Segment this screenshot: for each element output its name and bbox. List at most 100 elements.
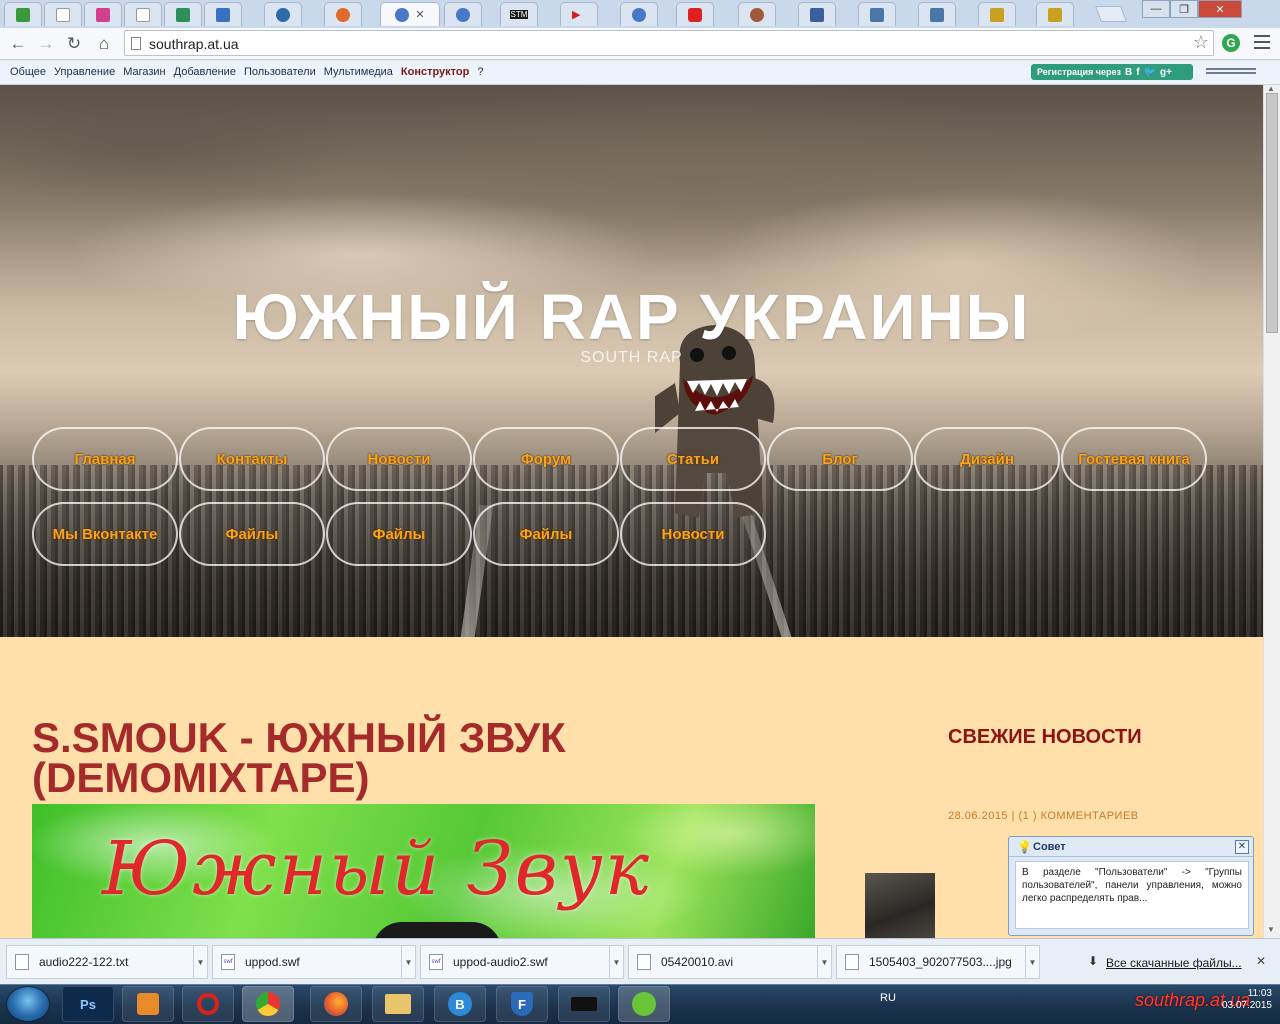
favicon-icon	[1048, 7, 1062, 22]
post-title-line[interactable]: (DEMOMIXTAPE)	[32, 757, 632, 799]
chevron-down-icon[interactable]: ▼	[817, 946, 831, 978]
post-title-line[interactable]: S.SMOUK - ЮЖНЫЙ ЗВУК	[32, 717, 632, 759]
language-indicator[interactable]: RU	[880, 992, 896, 1004]
browser-tab[interactable]	[324, 2, 362, 26]
clock[interactable]: 11:03 03.07.2015	[1212, 988, 1272, 1012]
browser-tab[interactable]	[204, 2, 242, 26]
nav-articles[interactable]: Статьи	[620, 427, 766, 491]
reload-icon[interactable]: ↻	[62, 32, 86, 56]
close-tab-icon[interactable]: ✕	[415, 8, 424, 21]
browser-tab[interactable]	[738, 2, 776, 26]
nav-guestbook[interactable]: Гостевая книга	[1061, 427, 1207, 491]
admin-menu-management[interactable]: Управление	[54, 66, 115, 78]
nav-contacts[interactable]: Контакты	[179, 427, 325, 491]
nav-forum[interactable]: Форум	[473, 427, 619, 491]
download-item[interactable]: swf uppod-audio2.swf ▼	[420, 945, 624, 979]
nav-files[interactable]: Файлы	[179, 502, 325, 566]
admin-menu-shop[interactable]: Магазин	[123, 66, 165, 78]
new-tab-button[interactable]	[1095, 6, 1127, 22]
register-via-social[interactable]: Регистрация через B f 🐦 g+	[1031, 64, 1193, 80]
nav-files[interactable]: Файлы	[326, 502, 472, 566]
browser-tab[interactable]	[918, 2, 956, 26]
browser-tab[interactable]: ▶	[560, 2, 598, 26]
page-scrollbar[interactable]: ▲ ▼	[1263, 84, 1280, 938]
nav-home[interactable]: Главная	[32, 427, 178, 491]
browser-tab[interactable]	[1036, 2, 1074, 26]
scroll-up-icon[interactable]: ▲	[1267, 84, 1275, 93]
shield-icon: F	[511, 992, 533, 1016]
nav-files[interactable]: Файлы	[473, 502, 619, 566]
nav-news[interactable]: Новости	[620, 502, 766, 566]
twitter-icon[interactable]: 🐦	[1144, 67, 1156, 78]
news-thumbnail[interactable]	[865, 873, 935, 938]
chevron-down-icon[interactable]: ▼	[1025, 946, 1039, 978]
opera-taskbar-button[interactable]	[182, 986, 234, 1022]
app-taskbar-button[interactable]: F	[496, 986, 548, 1022]
vk-icon[interactable]: B	[1125, 67, 1132, 78]
admin-menu-users[interactable]: Пользователи	[244, 66, 316, 78]
chevron-down-icon[interactable]: ▼	[193, 946, 207, 978]
firefox-taskbar-button[interactable]	[310, 986, 362, 1022]
browser-tab[interactable]	[124, 2, 162, 26]
adminbar-toggle-icon[interactable]	[1206, 66, 1256, 78]
bookmark-star-icon[interactable]: ☆	[1193, 32, 1209, 53]
grammarly-icon[interactable]: G	[1222, 34, 1240, 52]
download-item[interactable]: audio222-122.txt ▼	[6, 945, 208, 979]
browser-tab[interactable]	[978, 2, 1016, 26]
browser-tab[interactable]	[444, 2, 482, 26]
forward-icon[interactable]: →	[34, 32, 58, 56]
nav-blog[interactable]: Блог	[767, 427, 913, 491]
browser-tab[interactable]	[620, 2, 658, 26]
app-taskbar-button[interactable]	[558, 986, 610, 1022]
nav-design[interactable]: Дизайн	[914, 427, 1060, 491]
close-window-button[interactable]: ✕	[1198, 0, 1242, 18]
close-icon[interactable]: ✕	[1235, 840, 1249, 854]
app-taskbar-button[interactable]: B	[434, 986, 486, 1022]
news-meta[interactable]: 28.06.2015 | (1 ) КОММЕНТАРИЕВ	[948, 810, 1139, 822]
home-icon[interactable]: ⌂	[92, 32, 116, 56]
start-button[interactable]	[6, 986, 50, 1022]
admin-menu-multimedia[interactable]: Мультимедиа	[324, 66, 393, 78]
maximize-button[interactable]: ❐	[1170, 0, 1198, 18]
menu-icon[interactable]	[1254, 35, 1270, 49]
download-item[interactable]: 1505403_902077503....jpg ▼	[836, 945, 1040, 979]
facebook-icon[interactable]: f	[1136, 67, 1139, 78]
browser-tab[interactable]	[858, 2, 896, 26]
admin-menu-constructor[interactable]: Конструктор	[401, 66, 469, 78]
scroll-down-icon[interactable]: ▼	[1267, 925, 1275, 934]
browser-tab[interactable]	[84, 2, 122, 26]
post-cover-image[interactable]: Южный Звук	[32, 804, 815, 938]
back-icon[interactable]: ←	[6, 32, 30, 56]
all-downloads-link[interactable]: Все скачанные файлы...	[1106, 956, 1242, 970]
photoshop-taskbar-button[interactable]: Ps	[62, 986, 114, 1022]
browser-tab[interactable]	[264, 2, 302, 26]
admin-menu-help[interactable]: ?	[477, 66, 483, 78]
browser-tab[interactable]	[4, 2, 42, 26]
favicon-icon	[96, 7, 110, 22]
explorer-taskbar-button[interactable]	[372, 986, 424, 1022]
nav-news[interactable]: Новости	[326, 427, 472, 491]
download-item[interactable]: swf uppod.swf ▼	[212, 945, 416, 979]
url-text[interactable]: southrap.at.ua	[149, 36, 239, 52]
scrollbar-thumb[interactable]	[1266, 93, 1278, 333]
browser-tab[interactable]	[798, 2, 836, 26]
nav-vkontakte[interactable]: Мы Вконтакте	[32, 502, 178, 566]
download-item[interactable]: 05420010.avi ▼	[628, 945, 832, 979]
browser-tab-active[interactable]: ✕	[380, 2, 440, 26]
address-bar[interactable]: southrap.at.ua ☆	[124, 30, 1214, 56]
utorrent-taskbar-button[interactable]	[618, 986, 670, 1022]
close-icon[interactable]: ✕	[1256, 954, 1266, 968]
minimize-button[interactable]: —	[1142, 0, 1170, 18]
browser-tab[interactable]	[44, 2, 82, 26]
chevron-down-icon[interactable]: ▼	[401, 946, 415, 978]
chevron-down-icon[interactable]: ▼	[609, 946, 623, 978]
media-player-taskbar-button[interactable]	[122, 986, 174, 1022]
admin-menu-general[interactable]: Общее	[10, 66, 46, 78]
google-plus-icon[interactable]: g+	[1160, 67, 1172, 78]
admin-menu-add[interactable]: Добавление	[174, 66, 236, 78]
browser-tab[interactable]	[676, 2, 714, 26]
browser-tab[interactable]	[164, 2, 202, 26]
chrome-taskbar-button[interactable]	[242, 986, 294, 1022]
post-title[interactable]: S.SMOUK - ЮЖНЫЙ ЗВУК (DEMOMIXTAPE)	[32, 717, 632, 799]
browser-tab[interactable]: STM	[500, 2, 538, 26]
